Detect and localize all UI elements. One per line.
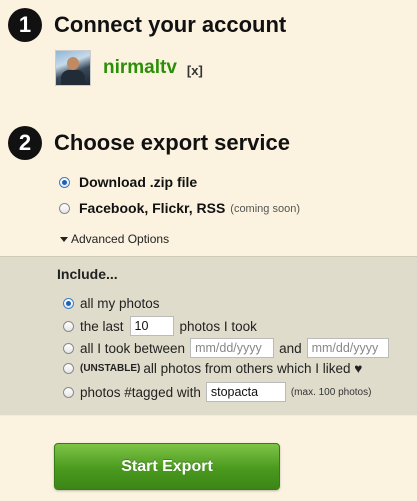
liked-radio[interactable] bbox=[63, 363, 74, 374]
include-liked-photos[interactable]: (UNSTABLE) all photos from others which … bbox=[63, 361, 362, 376]
date-range-radio[interactable] bbox=[63, 342, 74, 354]
social-label: Facebook, Flickr, RSS bbox=[79, 200, 226, 216]
advanced-options-label: Advanced Options bbox=[71, 232, 170, 246]
option-download-zip[interactable]: Download .zip file bbox=[59, 174, 197, 190]
include-date-range[interactable]: all I took between and bbox=[63, 338, 389, 358]
end-date-input[interactable] bbox=[306, 338, 389, 358]
all-photos-label: all my photos bbox=[80, 296, 160, 311]
step-number-2: 2 bbox=[8, 126, 42, 160]
date-range-prefix: all I took between bbox=[80, 340, 186, 356]
unstable-badge: (UNSTABLE) bbox=[80, 363, 141, 374]
advanced-options-toggle[interactable]: Advanced Options bbox=[60, 232, 169, 246]
avatar bbox=[55, 50, 91, 86]
step-2-title: Choose export service bbox=[54, 130, 290, 155]
zip-radio[interactable] bbox=[59, 176, 70, 188]
last-n-radio[interactable] bbox=[63, 320, 74, 332]
last-n-count-input[interactable] bbox=[129, 316, 174, 336]
all-photos-radio[interactable] bbox=[63, 298, 74, 309]
start-date-input[interactable] bbox=[190, 338, 275, 358]
liked-label: all photos from others which I liked ♥ bbox=[143, 361, 363, 376]
step-number-1: 1 bbox=[8, 8, 42, 42]
coming-soon-note: (coming soon) bbox=[230, 203, 300, 215]
step-1-title: Connect your account bbox=[54, 12, 287, 37]
step-1-header: 1 Connect your account bbox=[8, 8, 286, 42]
last-n-suffix: photos I took bbox=[179, 318, 257, 334]
last-n-prefix: the last bbox=[80, 318, 124, 334]
tagged-max-note: (max. 100 photos) bbox=[290, 386, 372, 398]
connected-account: nirmaltv [x] bbox=[55, 50, 203, 86]
disconnect-account-button[interactable]: [x] bbox=[187, 63, 203, 78]
include-all-photos[interactable]: all my photos bbox=[63, 296, 160, 311]
option-facebook-flickr-rss[interactable]: Facebook, Flickr, RSS (coming soon) bbox=[59, 200, 300, 216]
start-export-button[interactable]: Start Export bbox=[54, 443, 280, 490]
tag-input[interactable] bbox=[205, 382, 286, 402]
zip-label: Download .zip file bbox=[79, 174, 198, 190]
step-2-header: 2 Choose export service bbox=[8, 126, 290, 160]
include-heading: Include... bbox=[57, 266, 118, 282]
tagged-radio[interactable] bbox=[63, 386, 74, 398]
username-link[interactable]: nirmaltv bbox=[103, 57, 177, 79]
social-radio[interactable] bbox=[59, 202, 70, 214]
triangle-down-icon bbox=[60, 236, 68, 242]
tagged-prefix: photos #tagged with bbox=[80, 384, 201, 400]
include-tagged-photos[interactable]: photos #tagged with (max. 100 photos) bbox=[63, 382, 371, 402]
include-last-n[interactable]: the last photos I took bbox=[63, 316, 257, 336]
date-range-and: and bbox=[279, 340, 302, 356]
